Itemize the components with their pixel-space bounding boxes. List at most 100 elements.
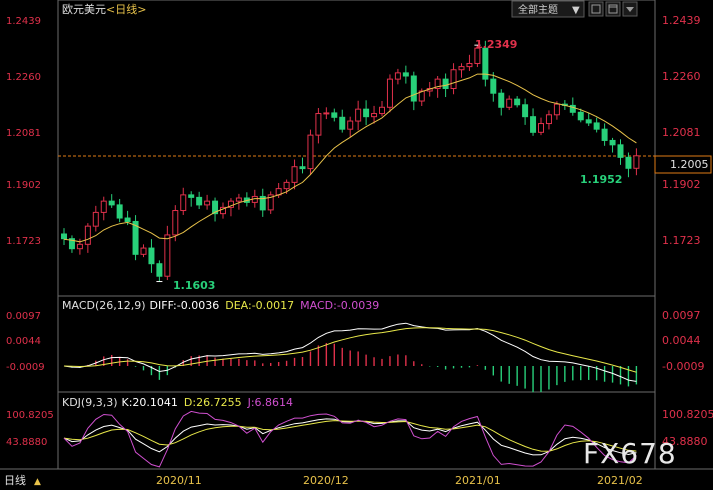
candle-body [315,113,322,136]
scroll-down-icon[interactable] [622,1,638,17]
candle-body [180,194,187,212]
svg-text:-0.0009: -0.0009 [6,362,45,373]
moving-average-line [63,73,637,243]
svg-text:100.8205: 100.8205 [662,408,713,421]
candle-body [339,116,346,130]
candle-body [196,196,203,206]
candle-body [323,112,330,115]
candle-body [522,104,529,118]
candle-body [506,98,513,108]
candle-body [402,72,409,77]
checkbox-icon[interactable] [588,1,604,17]
candle-body [347,120,354,130]
candle-body [585,119,592,124]
svg-text:1.2439: 1.2439 [662,14,701,27]
candle-body [458,66,465,71]
high-annotation: 1.2349 [475,38,517,51]
candle-body [331,112,338,118]
x-axis: 2020/11 2020/12 2021/01 2021/02 [156,474,643,487]
svg-text:0.0044: 0.0044 [662,334,701,347]
candle-body [116,204,123,219]
kdj-d-line [63,420,637,452]
candle-body [617,144,624,158]
svg-text:1.1723: 1.1723 [662,234,701,247]
candle-body [442,78,449,90]
svg-text:2021/01: 2021/01 [455,474,501,487]
candle-body [307,134,314,170]
candle-body [124,217,131,222]
svg-text:2020/12: 2020/12 [303,474,349,487]
svg-text:0.0097: 0.0097 [662,309,701,322]
svg-text:1.2439: 1.2439 [6,16,41,27]
current-price-label: 1.2005 [670,158,709,171]
svg-text:2021/02: 2021/02 [597,474,643,487]
candle-body [148,247,155,265]
candle-body [410,75,417,102]
svg-text:1.2260: 1.2260 [6,72,41,83]
window-icon[interactable] [605,1,621,17]
candle-body [498,92,505,108]
dropdown-arrow-icon: ▼ [572,5,580,16]
candle-body [386,78,393,108]
candle-body [188,194,195,198]
candle-body [601,128,608,141]
svg-text:1.2260: 1.2260 [662,70,701,83]
svg-text:1.2081: 1.2081 [662,126,701,139]
candle-body [204,200,211,206]
candle-body [538,123,544,133]
svg-text:43.8880: 43.8880 [6,437,47,448]
candle-body [291,166,298,183]
svg-text:0.0044: 0.0044 [6,336,41,347]
svg-text:100.8205: 100.8205 [6,410,54,421]
fx678-watermark: FX678 [583,437,677,470]
candle-body [625,156,632,169]
last-low-annotation: 1.1952 [580,173,622,186]
instrument-title: 欧元美元<日线> [62,2,146,16]
candle-body [450,69,457,90]
period-selector[interactable]: 日线 ▲ [4,473,41,487]
period-arrow-icon: ▲ [34,477,41,487]
price-axis-left: 1.2439 1.2260 1.2081 1.1902 1.1723 [6,16,41,247]
svg-text:1.2081: 1.2081 [6,128,41,139]
candle-body [490,78,497,94]
candle-body [466,62,473,68]
price-axis-right: 1.2439 1.2260 1.2081 1.1902 1.1723 [662,14,701,247]
low-annotation: 1.1603 [173,279,215,292]
svg-text:-0.0009: -0.0009 [662,360,704,373]
svg-text:2020/11: 2020/11 [156,474,202,487]
candle-body [577,111,584,121]
theme-dropdown[interactable]: 全部主题 ▼ [511,0,585,18]
svg-text:1.1902: 1.1902 [6,180,41,191]
svg-text:日线: 日线 [4,473,26,487]
candle-body [530,116,537,133]
candle-body [108,200,115,206]
candle-body [299,166,306,170]
candle-body [363,108,370,118]
candle-body [164,234,171,277]
candle-body [379,106,385,115]
kdj-legend: KDJ(9,3,3) K:20.1041 D:26.7255 J:6.8614 [62,396,293,409]
candle-body [140,247,147,255]
candle-body [514,98,521,106]
candle-body [553,103,560,116]
candle-body [371,113,378,118]
candle-body [609,139,616,146]
macd-legend: MACD(26,12,9) DIFF:-0.0036 DEA:-0.0017 MACD… [62,299,379,312]
svg-text:全部主题: 全部主题 [518,3,558,16]
candle-body [84,225,91,245]
candle-body [355,108,362,122]
candle-body [156,263,163,277]
candle-body [76,243,83,250]
candle-body [100,200,107,213]
candle-body [92,211,99,227]
candle-body [61,233,67,240]
chart-svg: 欧元美元<日线> 全部主题 ▼ 1.2439 1.2260 1.2081 1.1… [0,0,713,487]
svg-text:1.1902: 1.1902 [662,178,701,191]
candle-body [633,155,640,169]
price-panel [57,0,656,297]
candle-body [593,122,600,130]
chart-window: { "toolbar": { "instrument": "欧元美元", "pe… [0,0,713,490]
candlestick-series [61,40,640,283]
candle-body [283,181,290,190]
svg-text:0.0097: 0.0097 [6,311,41,322]
